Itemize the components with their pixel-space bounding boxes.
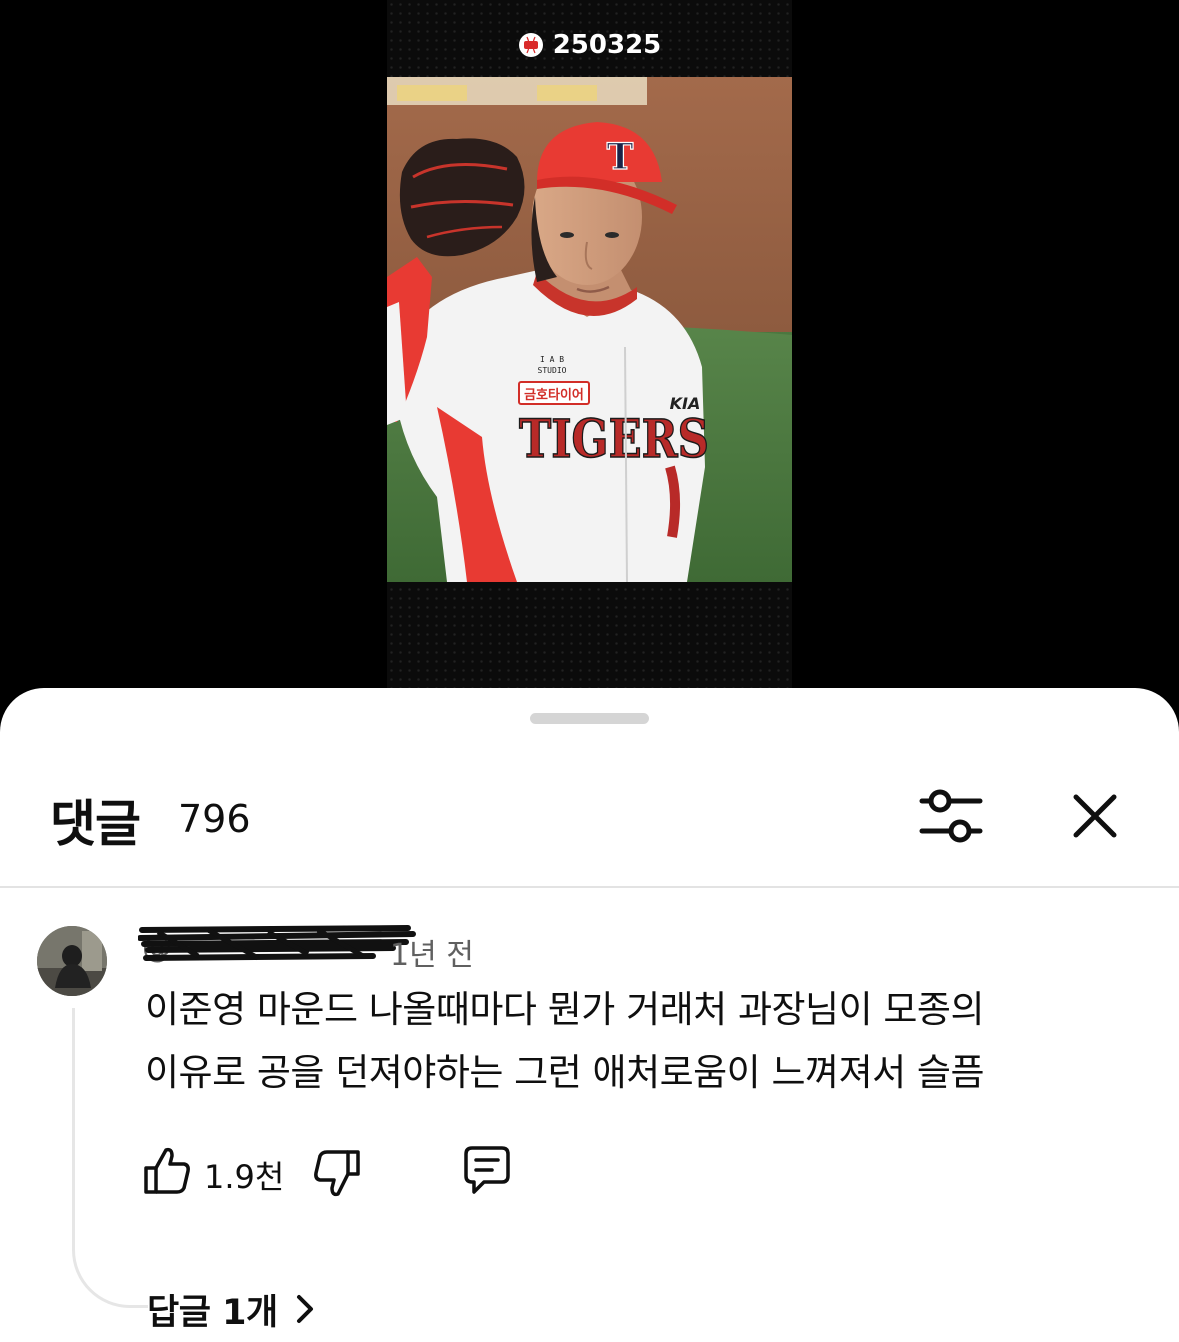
comment-count: 796 (178, 797, 251, 841)
comment-timestamp: 1년 전 (390, 938, 474, 973)
pitcher-image: T I A B STUDIO 금호타이어 KIA TIGERS (387, 77, 792, 582)
close-icon (1073, 794, 1117, 838)
avatar[interactable] (37, 926, 107, 996)
video-frame[interactable]: T I A B STUDIO 금호타이어 KIA TIGERS (387, 77, 792, 582)
redaction-scribble (138, 925, 416, 961)
chest-logo-top: I A B (540, 355, 564, 364)
reply-button[interactable] (460, 1144, 514, 1196)
avatar-image (37, 926, 107, 996)
comment-text-line: 이준영 마운드 나올때마다 뭔가 거래처 과장님이 모종의 (145, 988, 985, 1031)
comments-title: 댓글 (50, 795, 141, 853)
sponsor-patch: 금호타이어 (524, 387, 584, 403)
sort-filter-button[interactable] (918, 788, 984, 844)
close-button[interactable] (1070, 791, 1120, 841)
video-title: 250325 (552, 30, 662, 60)
video-title-bar: 250325 (387, 28, 792, 62)
chevron-right-icon (296, 1295, 313, 1323)
baseball-icon (518, 33, 543, 57)
comment-reply-icon (464, 1146, 510, 1194)
thumbs-down-icon (314, 1150, 360, 1197)
replies-label: 답글 1개 (147, 1292, 278, 1333)
jersey-team-name: TIGERS (519, 409, 709, 470)
comments-sheet: 댓글 796 @ 1년 전 이준영 마운드 나올때마다 뭔가 거래처 과장님이 … (0, 688, 1179, 1342)
comment-meta: @ 1년 전 (138, 925, 542, 973)
reply-thread-line (72, 1008, 148, 1308)
comment-text-line: 이유로 공을 던져야하는 그런 애처로움이 느껴져서 슬픔 (145, 1051, 985, 1094)
comments-header: 댓글 796 (0, 688, 1179, 886)
like-count: 1.9천 (204, 1158, 285, 1196)
header-divider (0, 886, 1179, 888)
view-replies-button[interactable]: 답글 1개 (147, 1284, 314, 1334)
sliders-icon (919, 789, 983, 843)
like-button[interactable] (142, 1144, 192, 1196)
dislike-button[interactable] (312, 1148, 362, 1200)
chest-logo-bottom: STUDIO (538, 366, 567, 375)
video-player[interactable]: 250325 T I A B STUDIO 금호타이어 KIA TIGERS (387, 0, 792, 700)
comment-actions: 1.9천 (142, 1140, 642, 1200)
comment-body: 이준영 마운드 나올때마다 뭔가 거래처 과장님이 모종의 이유로 공을 던져야… (145, 978, 1105, 1104)
cap-logo: T (607, 136, 634, 178)
thumbs-up-icon (144, 1147, 190, 1194)
